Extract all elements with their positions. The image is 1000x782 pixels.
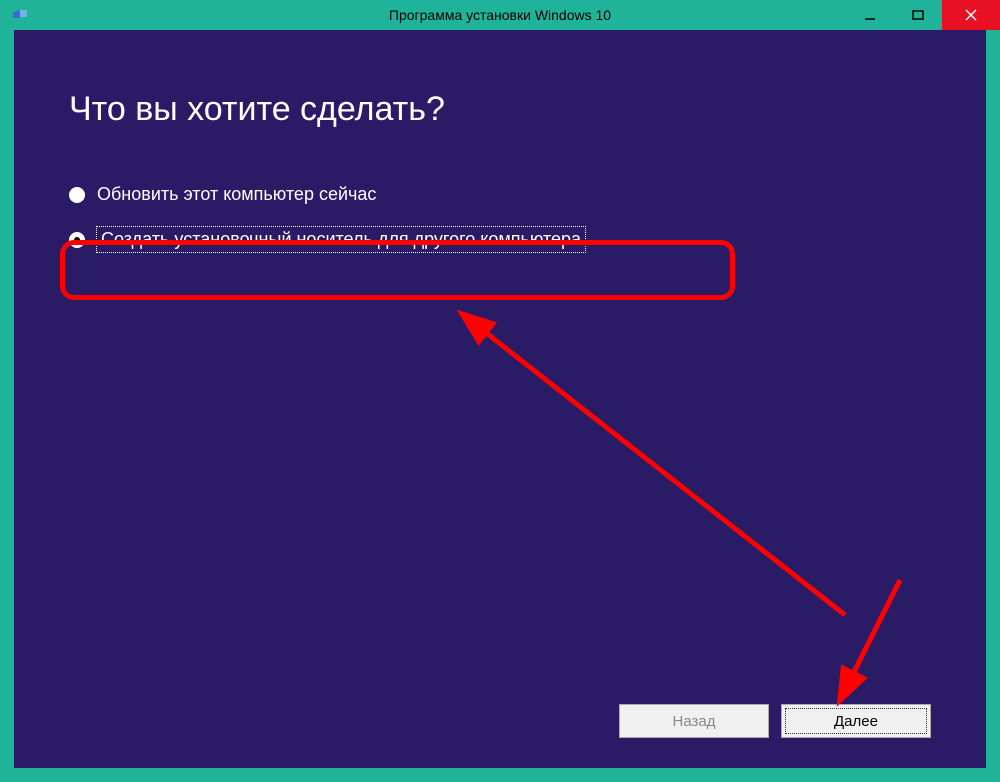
radio-icon <box>69 187 85 203</box>
options-group: Обновить этот компьютер сейчас Создать у… <box>69 184 931 252</box>
option-create-media[interactable]: Создать установочный носитель для другог… <box>69 227 931 252</box>
content-area: Что вы хотите сделать? Обновить этот ком… <box>14 30 986 768</box>
close-button[interactable] <box>942 0 1000 30</box>
maximize-button[interactable] <box>894 0 942 30</box>
minimize-button[interactable] <box>846 0 894 30</box>
window-controls <box>846 0 1000 30</box>
next-button[interactable]: Далее <box>781 704 931 738</box>
radio-icon <box>69 232 85 248</box>
footer-buttons: Назад Далее <box>619 704 931 738</box>
page-heading: Что вы хотите сделать? <box>69 90 931 129</box>
option-label: Обновить этот компьютер сейчас <box>97 184 376 205</box>
option-label: Создать установочный носитель для другог… <box>97 227 585 252</box>
radio-selected-dot <box>74 237 80 243</box>
titlebar[interactable]: Программа установки Windows 10 <box>0 0 1000 30</box>
option-upgrade-now[interactable]: Обновить этот компьютер сейчас <box>69 184 931 205</box>
back-button: Назад <box>619 704 769 738</box>
app-icon <box>10 5 30 25</box>
installer-window: Программа установки Windows 10 Что вы хо… <box>0 0 1000 782</box>
